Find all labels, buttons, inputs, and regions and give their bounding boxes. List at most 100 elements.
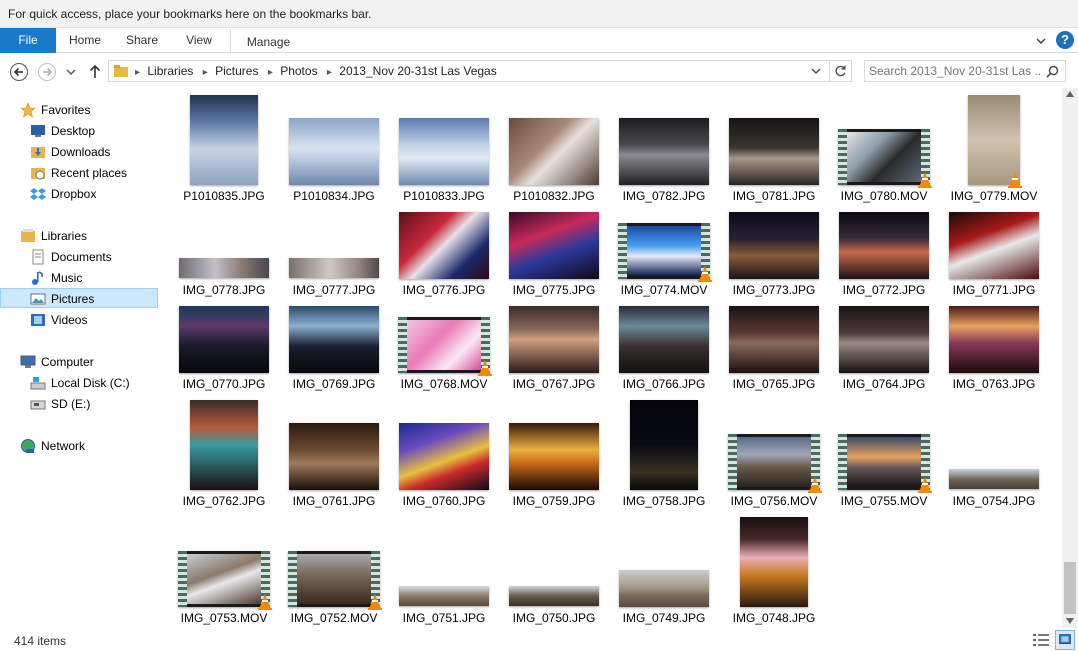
item-count: 414 items: [14, 634, 67, 648]
video-thumbnail: [728, 434, 822, 493]
vlc-cone-icon: [808, 477, 822, 493]
search-input[interactable]: [869, 63, 1041, 79]
photo-thumbnail: [289, 118, 379, 185]
video-thumbnail: [288, 551, 382, 610]
file-tile[interactable]: IMG_0764.JPG: [830, 280, 938, 391]
nav-sd-card-e[interactable]: SD (E:): [0, 394, 158, 414]
tab-manage[interactable]: Manage: [230, 29, 306, 54]
nav-downloads[interactable]: Downloads: [0, 142, 158, 162]
file-tile[interactable]: IMG_0756.MOV: [720, 397, 828, 508]
photo-thumbnail: [179, 258, 269, 278]
tab-file[interactable]: File: [0, 28, 56, 53]
file-tile[interactable]: IMG_0763.JPG: [940, 280, 1048, 391]
photo-thumbnail: [729, 212, 819, 279]
recent-places-icon: [31, 168, 45, 180]
photo-thumbnail: [179, 306, 269, 373]
file-tile[interactable]: IMG_0767.JPG: [500, 280, 608, 391]
address-history-chevron-icon[interactable]: [810, 65, 822, 77]
tab-home[interactable]: Home: [58, 28, 112, 53]
nav-network[interactable]: Network: [0, 436, 158, 456]
back-arrow-icon[interactable]: [9, 62, 29, 82]
photo-thumbnail: [619, 306, 709, 373]
photo-thumbnail: [949, 306, 1039, 373]
video-thumbnail: [838, 434, 932, 493]
file-tile[interactable]: IMG_0759.JPG: [500, 397, 608, 508]
breadcrumb-current-folder[interactable]: 2013_Nov 20-31st Las Vegas: [339, 64, 496, 78]
file-name: IMG_0751.JPG: [402, 611, 486, 625]
file-tile[interactable]: IMG_0768.MOV: [390, 280, 498, 391]
nav-local-disk-c[interactable]: Local Disk (C:): [0, 373, 158, 393]
file-name: IMG_0768.MOV: [400, 377, 488, 391]
scrollbar-thumb[interactable]: [1064, 562, 1076, 614]
nav-videos[interactable]: Videos: [0, 310, 158, 330]
file-tile[interactable]: IMG_0761.JPG: [280, 397, 388, 508]
file-name: IMG_0763.JPG: [952, 377, 1036, 391]
nav-recent-places[interactable]: Recent places: [0, 163, 158, 183]
vertical-scrollbar[interactable]: [1062, 88, 1078, 628]
expand-ribbon-icon[interactable]: [1034, 34, 1048, 48]
breadcrumb-pictures[interactable]: Pictures: [215, 64, 258, 78]
file-tile[interactable]: IMG_0749.JPG: [610, 514, 718, 625]
file-tile[interactable]: IMG_0751.JPG: [390, 514, 498, 625]
breadcrumb-photos[interactable]: Photos: [280, 64, 317, 78]
vlc-cone-icon: [918, 477, 932, 493]
video-film-icon: [31, 314, 45, 326]
file-tile[interactable]: IMG_0752.MOV: [280, 514, 388, 625]
photo-thumbnail: [399, 212, 489, 279]
nav-pictures[interactable]: Pictures: [0, 288, 158, 308]
nav-libraries[interactable]: Libraries: [0, 226, 158, 246]
file-name: IMG_0756.MOV: [730, 494, 818, 508]
vlc-cone-icon: [478, 360, 492, 376]
nav-favorites[interactable]: Favorites: [0, 100, 158, 120]
scroll-up-arrow-icon[interactable]: [1066, 91, 1074, 97]
file-tile[interactable]: IMG_0762.JPG: [170, 397, 278, 508]
recent-locations-chevron-icon[interactable]: [63, 62, 79, 82]
file-tile[interactable]: IMG_0769.JPG: [280, 280, 388, 391]
search-icon[interactable]: [1046, 65, 1059, 78]
large-icons-view-icon[interactable]: [1055, 630, 1075, 650]
file-tile[interactable]: IMG_0753.MOV: [170, 514, 278, 625]
nav-documents[interactable]: Documents: [0, 247, 158, 267]
file-tile[interactable]: IMG_0748.JPG: [720, 514, 828, 625]
forward-arrow-icon[interactable]: [37, 62, 57, 82]
bookmarks-bar: For quick access, place your bookmarks h…: [0, 0, 1078, 28]
file-tile[interactable]: IMG_0770.JPG: [170, 280, 278, 391]
photo-thumbnail: [289, 423, 379, 490]
nav-dropbox[interactable]: Dropbox: [0, 184, 158, 204]
dropbox-icon: [30, 188, 46, 200]
file-tile[interactable]: IMG_0766.JPG: [610, 280, 718, 391]
video-thumbnail: [838, 129, 932, 188]
file-tile[interactable]: IMG_0754.JPG: [940, 397, 1048, 508]
video-thumbnail: [178, 551, 272, 610]
ribbon: File Home Share View Manage ?: [0, 28, 1078, 54]
file-name: IMG_0766.JPG: [622, 377, 706, 391]
photo-thumbnail: [729, 118, 819, 185]
photo-thumbnail: [619, 570, 709, 607]
libraries-icon: [21, 229, 35, 242]
breadcrumb-libraries[interactable]: Libraries: [147, 64, 193, 78]
scroll-down-arrow-icon[interactable]: [1066, 618, 1074, 624]
file-name: IMG_0764.JPG: [842, 377, 926, 391]
nav-desktop[interactable]: Desktop: [0, 121, 158, 141]
file-tile[interactable]: IMG_0760.JPG: [390, 397, 498, 508]
file-tile[interactable]: IMG_0758.JPG: [610, 397, 718, 508]
refresh-icon[interactable]: [830, 60, 852, 82]
photo-thumbnail: [289, 306, 379, 373]
up-arrow-icon[interactable]: [85, 62, 105, 82]
address-bar[interactable]: ▸ Libraries ▸ Pictures ▸ Photos ▸ 2013_N…: [108, 60, 830, 82]
help-icon[interactable]: ?: [1056, 31, 1074, 49]
vlc-cone-icon: [368, 594, 382, 610]
tab-share[interactable]: Share: [114, 28, 170, 53]
photo-thumbnail: [949, 469, 1039, 489]
nav-music[interactable]: Music: [0, 268, 158, 288]
video-thumbnail: [398, 317, 492, 376]
file-tile[interactable]: IMG_0755.MOV: [830, 397, 938, 508]
nav-computer[interactable]: Computer: [0, 352, 158, 372]
file-tile[interactable]: IMG_0765.JPG: [720, 280, 828, 391]
photo-thumbnail: [190, 95, 258, 185]
search-box[interactable]: [864, 60, 1066, 82]
details-view-icon[interactable]: [1032, 632, 1050, 648]
photo-thumbnail: [839, 306, 929, 373]
tab-view[interactable]: View: [172, 28, 226, 53]
file-tile[interactable]: IMG_0750.JPG: [500, 514, 608, 625]
